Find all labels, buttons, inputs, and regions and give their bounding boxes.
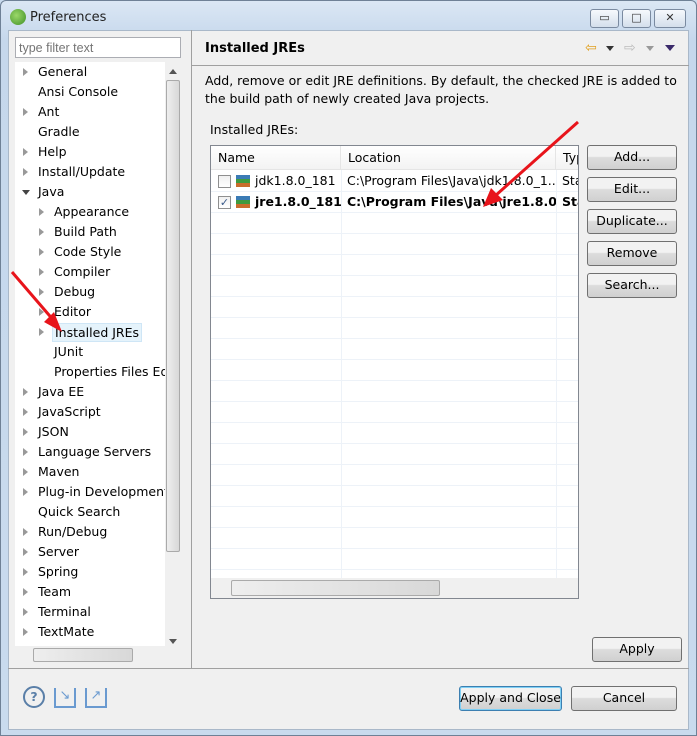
red-arrow-right <box>494 120 579 198</box>
annotation-arrows <box>10 120 579 332</box>
red-arrowhead-left <box>44 312 62 332</box>
red-arrow-left <box>10 271 57 323</box>
